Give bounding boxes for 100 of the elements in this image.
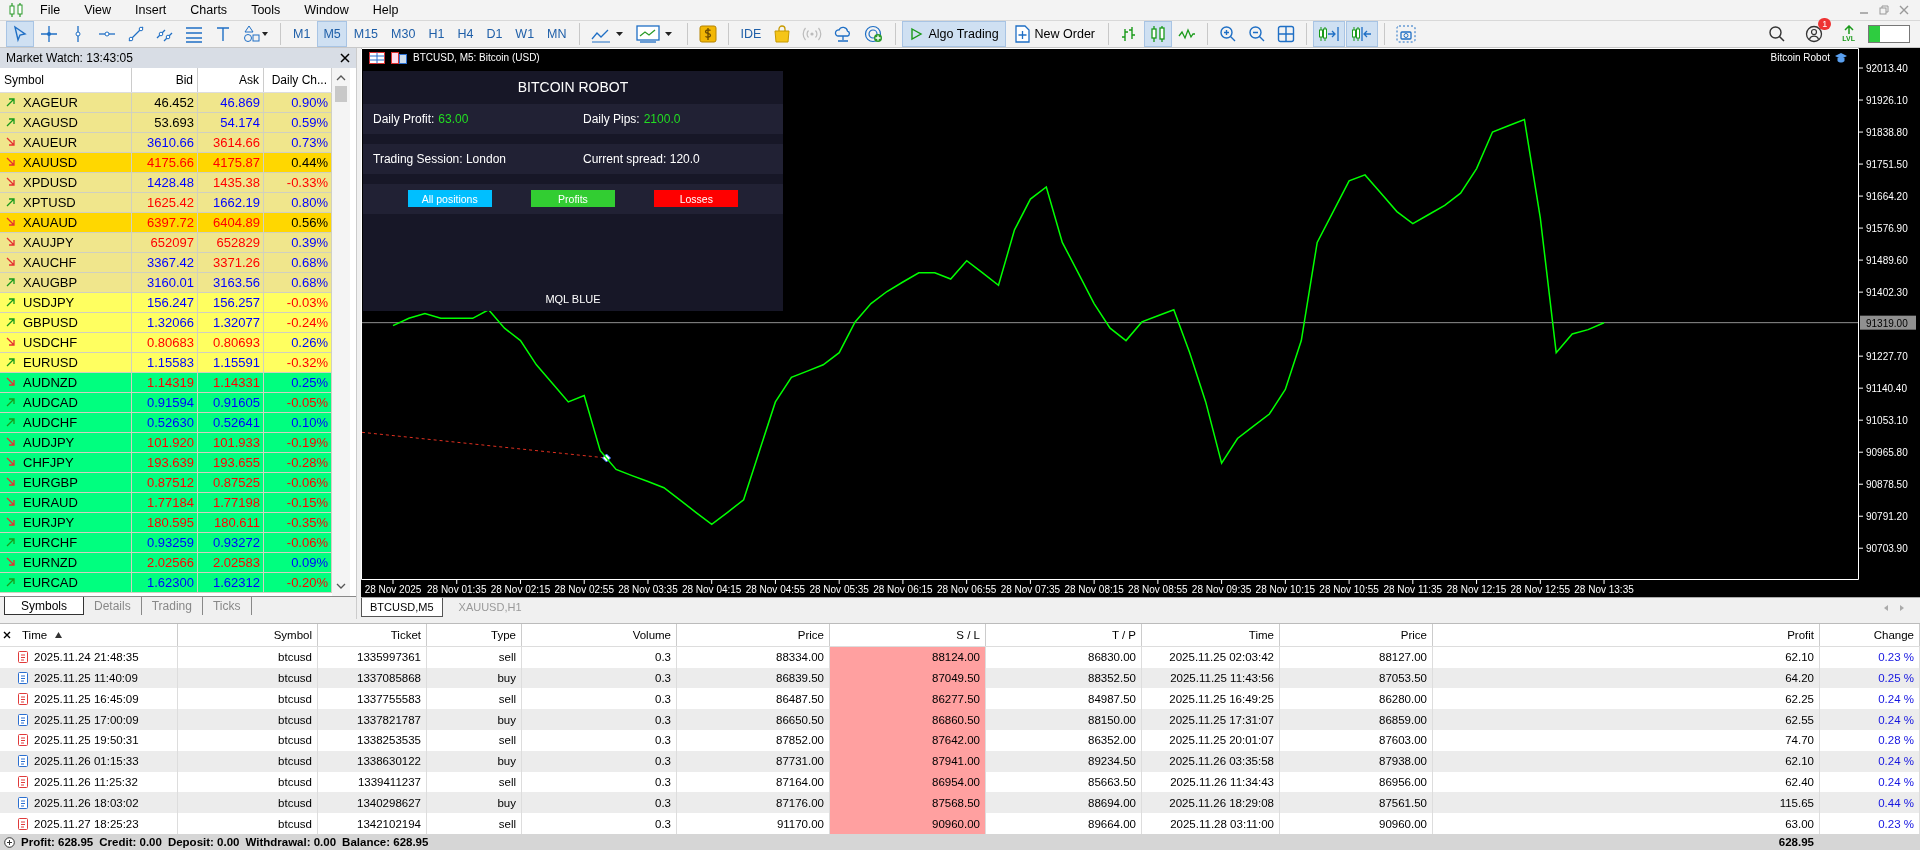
time-tick: 28 Nov 06:15 [873,578,933,595]
quote-row[interactable]: AUDCAD 0.91594 0.91605 -0.05% [0,392,332,413]
quote-row[interactable]: AUDNZD 1.14319 1.14331 0.25% [0,372,332,393]
time-tick: 28 Nov 05:35 [809,578,869,595]
timeframe-button[interactable]: M30 [385,20,422,47]
quote-row[interactable]: EURAUD 1.77184 1.77198 -0.15% [0,492,332,513]
column-header[interactable]: Time [1142,623,1280,646]
timeframe-button[interactable]: MN [541,20,573,47]
menu-item[interactable]: View [76,2,120,17]
new-order-button[interactable]: New Order [1006,20,1103,47]
menu-item[interactable]: Charts [182,2,236,17]
quote-row[interactable]: EURNZD 2.02566 2.02583 0.09% [0,552,332,573]
restore-icon[interactable] [1878,3,1890,16]
quote-row[interactable]: XAUGBP 3160.01 3163.56 0.68% [0,272,332,293]
column-header[interactable]: Price [677,623,830,646]
column-header[interactable]: Profit [1433,623,1820,646]
panel-tab[interactable]: Symbols [4,596,84,615]
chart-template-icon[interactable] [391,51,407,64]
filter-button[interactable]: Losses [654,190,739,208]
quote-row[interactable]: XPDUSD 1428.48 1435.38 -0.33% [0,172,332,193]
quote-row[interactable]: XAUEUR 3610.66 3614.66 0.73% [0,132,332,153]
search-icon[interactable] [1768,24,1787,43]
ask-price: 3163.56 [213,274,260,290]
scroll-right-icon[interactable] [1898,603,1906,612]
quote-row[interactable]: XAUJPY 652097 652829 0.39% [0,232,332,253]
table-cell: 2025.11.24 21:48:35 [34,651,139,664]
auto-scroll-button[interactable] [1313,20,1346,47]
user-icon[interactable] [1805,24,1824,43]
column-header[interactable]: S / L [830,623,986,646]
quote-row[interactable]: XAUAUD 6397.72 6404.89 0.56% [0,212,332,233]
close-icon[interactable] [340,52,350,63]
chart-mode-button[interactable] [1144,20,1173,47]
scroll-left-icon[interactable] [1882,603,1890,612]
algo-trading-button[interactable]: Algo Trading [902,20,1006,47]
quote-row[interactable]: XPTUSD 1625.42 1662.19 0.80% [0,192,332,213]
column-header[interactable]: Symbol [178,623,318,646]
scroll-down-icon[interactable] [336,581,346,590]
ide-button[interactable]: IDE [734,20,768,47]
scroll-up-icon[interactable] [336,73,346,82]
column-header[interactable]: Time [14,623,178,646]
x-tick-label: 28 Nov 09:35 [1191,583,1252,595]
table-cell: 0.3 [522,709,677,730]
timeframe-button[interactable]: H1 [422,20,451,47]
column-header[interactable]: Type [427,623,522,646]
y-tick-label: 91227.70 [1866,350,1909,362]
table-cell: btcusd [178,709,318,730]
quote-row[interactable]: CHFJPY 193.639 193.655 -0.28% [0,452,332,473]
column-header[interactable]: Symbol [0,67,132,92]
scrollbar[interactable] [332,67,350,596]
chart-tab[interactable]: BTCUSD,M5 [361,597,443,617]
x-tick-label: 28 Nov 06:55 [936,583,997,595]
scrollbar-thumb[interactable] [335,85,347,102]
quote-row[interactable]: USDJPY 156.247 156.257 -0.03% [0,292,332,313]
quote-row[interactable]: AUDJPY 101.920 101.933 -0.19% [0,432,332,453]
bid-price: 46.452 [154,94,194,110]
quote-row[interactable]: XAUCHF 3367.42 3371.26 0.68% [0,252,332,273]
menu-item[interactable]: Help [364,2,407,17]
quote-row[interactable]: EURGBP 0.87512 0.87525 -0.06% [0,472,332,493]
timeframe-button[interactable]: M15 [347,20,385,47]
timeframe-button[interactable]: W1 [509,20,541,47]
quote-row[interactable]: XAGEUR 46.452 46.869 0.90% [0,92,332,113]
timeframe-button[interactable]: H4 [451,20,480,47]
table-cell: btcusd [178,667,318,689]
quote-row[interactable]: USDCHF 0.80683 0.80693 0.26% [0,332,332,353]
menu-item[interactable]: Insert [127,2,175,17]
column-header[interactable]: Ticket [318,623,427,646]
quote-row[interactable]: EURUSD 1.15583 1.15591 -0.32% [0,352,332,373]
stat-label: Daily Profit: [373,111,435,126]
column-header[interactable]: Volume [522,623,677,646]
close-icon[interactable] [3,630,11,639]
ask-price: 1435.38 [213,174,260,190]
quote-row[interactable]: GBPUSD 1.32066 1.32077 -0.24% [0,312,332,333]
quote-row[interactable]: XAUUSD 4175.66 4175.87 0.44% [0,152,332,173]
timeframe-button[interactable]: D1 [480,20,509,47]
quote-row[interactable]: EURJPY 180.595 180.611 -0.35% [0,512,332,533]
column-header[interactable]: Bid [132,67,198,92]
menu-item[interactable]: Window [296,2,357,17]
table-cell: 86954.00 [830,771,986,793]
ask-price: 652829 [216,234,260,250]
connection-meter-icon [1868,24,1910,43]
menu-item[interactable]: Tools [243,2,289,17]
menu-item[interactable]: File [32,2,69,17]
quote-row[interactable]: AUDCHF 0.52630 0.52641 0.10% [0,412,332,433]
column-header[interactable]: Ask [198,67,264,92]
expand-icon[interactable] [4,836,15,848]
daily-change: 0.25% [291,374,328,390]
quote-row[interactable]: EURCAD 1.62300 1.62312 -0.20% [0,572,332,593]
chart-shift-button[interactable] [1346,20,1379,47]
drawing-tool-button[interactable] [6,20,34,47]
column-header[interactable]: Price [1280,623,1433,646]
column-header[interactable]: Change [1820,623,1920,646]
ask-price: 54.174 [220,114,260,130]
quote-row[interactable]: EURCHF 0.93259 0.93272 -0.06% [0,532,332,553]
x-tick-label: 28 Nov 02:55 [554,583,615,595]
timeframe-button[interactable]: M1 [287,20,317,47]
timeframe-button[interactable]: M5 [317,20,347,47]
quote-row[interactable]: XAGUSD 53.693 54.174 0.59% [0,112,332,133]
x-tick-label: 28 Nov 04:15 [681,583,742,595]
column-header[interactable]: T / P [986,623,1142,646]
chart-list-icon[interactable] [369,51,385,64]
